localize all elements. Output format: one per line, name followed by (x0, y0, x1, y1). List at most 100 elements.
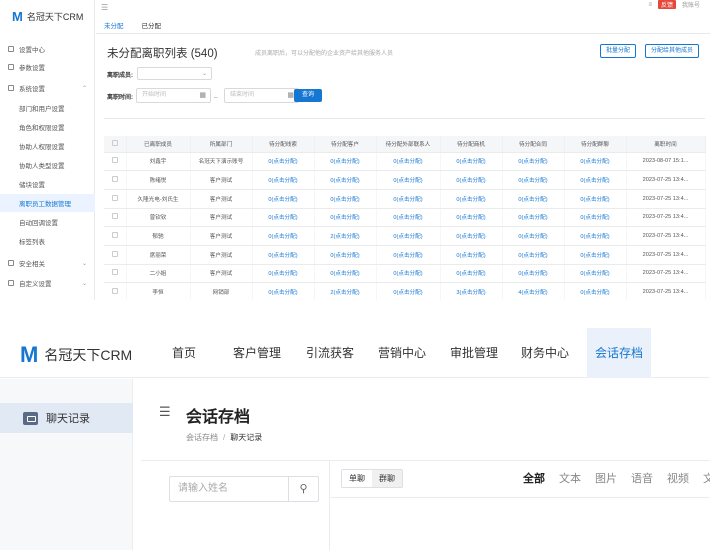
assign-link[interactable]: 0(点击分配) (252, 282, 315, 300)
assign-link[interactable]: 0(点击分配) (502, 170, 565, 190)
sidebar-item[interactable]: 系统设置 ⌃ (0, 79, 95, 97)
assign-link[interactable]: 0(点击分配) (564, 170, 627, 190)
nav-chat-archive[interactable]: 会话存档 (587, 328, 652, 378)
assign-link[interactable]: 0(点击分配) (252, 226, 315, 246)
assign-link[interactable]: 0(点击分配) (376, 264, 441, 284)
menu-toggle-icon[interactable]: ☰ (101, 3, 108, 12)
assign-link[interactable]: 0(点击分配) (376, 189, 441, 209)
assign-link[interactable]: 0(点击分配) (502, 264, 565, 284)
assign-link[interactable]: 0(点击分配) (502, 189, 565, 209)
assign-link[interactable]: 0(点击分配) (440, 245, 503, 265)
member-select[interactable]: ⌄ (137, 67, 212, 80)
assign-link[interactable]: 0(点击分配) (314, 245, 377, 265)
sidebar-item[interactable]: 安全相关 ⌄ (0, 254, 95, 272)
segment-group-chat[interactable]: 群聊 (372, 470, 402, 487)
column-header[interactable]: 待分配合同 (502, 136, 565, 153)
column-header[interactable]: 已离职成员 (126, 136, 191, 153)
assign-link[interactable]: 0(点击分配) (314, 208, 377, 228)
column-header[interactable]: 待分配外部联系人 (376, 136, 441, 153)
assign-link[interactable]: 0(点击分配) (376, 208, 441, 228)
feedback-badge[interactable]: 反馈 (657, 0, 676, 9)
column-header[interactable]: 待分配客户 (314, 136, 377, 153)
tab-assigned[interactable]: 已分配 (142, 20, 162, 34)
assign-link[interactable]: 0(点击分配) (376, 170, 441, 190)
assign-link[interactable]: 4(点击分配) (502, 282, 565, 300)
row-checkbox[interactable] (111, 194, 118, 201)
tab-unassigned[interactable]: 未分配 (104, 20, 124, 34)
name-search-input[interactable]: 请输入姓名 ⚲ (169, 476, 319, 502)
assign-link[interactable]: 0(点击分配) (440, 264, 503, 284)
sidebar-item[interactable]: 协助人类型设置 (0, 156, 95, 174)
filter-text[interactable]: 文本 (559, 470, 581, 486)
assign-link[interactable]: 0(点击分配) (564, 189, 627, 209)
notification-icon[interactable]: ≡ (648, 2, 652, 8)
filter-image[interactable]: 图片 (595, 470, 617, 486)
filter-file[interactable]: 文 (703, 470, 710, 486)
nav-lead-gen[interactable]: 引流获客 (306, 328, 354, 378)
sidebar-item[interactable]: 标签列表 (0, 232, 95, 250)
nav-marketing[interactable]: 营销中心 (378, 328, 426, 378)
assign-link[interactable]: 0(点击分配) (252, 245, 315, 265)
user-name[interactable]: 我账号 (682, 0, 700, 9)
assign-link[interactable]: 0(点击分配) (502, 245, 565, 265)
sidebar-item-chat-records[interactable]: 聊天记录 (0, 403, 133, 433)
row-checkbox[interactable] (111, 232, 118, 239)
column-header[interactable]: 待分配线索 (252, 136, 315, 153)
sidebar-item[interactable]: 参数设置 (0, 58, 95, 76)
sidebar-item[interactable]: 储块设置 (0, 175, 95, 193)
row-checkbox[interactable] (111, 250, 118, 257)
assign-link[interactable]: 0(点击分配) (314, 170, 377, 190)
assign-link[interactable]: 0(点击分配) (314, 189, 377, 209)
assign-link[interactable]: 0(点击分配) (502, 152, 565, 172)
assign-link[interactable]: 0(点击分配) (440, 208, 503, 228)
batch-assign-button[interactable]: 批量分配 (600, 44, 637, 58)
column-header[interactable]: 待分配商机 (440, 136, 503, 153)
column-header[interactable]: 所属部门 (190, 136, 253, 153)
row-checkbox[interactable] (111, 157, 118, 164)
assign-link[interactable]: 0(点击分配) (252, 189, 315, 209)
sidebar-item[interactable]: 自定义设置 ⌄ (0, 274, 95, 292)
assign-link[interactable]: 0(点击分配) (440, 189, 503, 209)
column-header[interactable]: 离职时间 (626, 136, 706, 153)
assign-link[interactable]: 0(点击分配) (252, 264, 315, 284)
assign-link[interactable]: 0(点击分配) (252, 208, 315, 228)
assign-link[interactable]: 0(点击分配) (376, 245, 441, 265)
assign-link[interactable]: 0(点击分配) (564, 152, 627, 172)
assign-link[interactable]: 0(点击分配) (502, 208, 565, 228)
filter-all[interactable]: 全部 (523, 470, 545, 486)
end-date-input[interactable]: 结束时间 ▦ (224, 88, 299, 103)
menu-collapse-icon[interactable]: ☰ (159, 404, 171, 420)
sidebar-item[interactable]: 设置中心 (0, 40, 95, 58)
assign-link[interactable]: 0(点击分配) (564, 208, 627, 228)
assign-link[interactable]: 3(点击分配) (440, 282, 503, 300)
assign-link[interactable]: 0(点击分配) (564, 264, 627, 284)
sidebar-item[interactable]: 离职员工数据管理 (0, 194, 95, 212)
assign-link[interactable]: 0(点击分配) (564, 282, 627, 300)
assign-link[interactable]: 0(点击分配) (502, 226, 565, 246)
assign-link[interactable]: 0(点击分配) (314, 264, 377, 284)
breadcrumb-item[interactable]: 会话存档 (186, 433, 218, 442)
assign-link[interactable]: 2(点击分配) (314, 282, 377, 300)
assign-link[interactable]: 0(点击分配) (440, 226, 503, 246)
sidebar-item[interactable]: 协助人权限设置 (0, 137, 95, 155)
select-all-checkbox[interactable] (111, 139, 118, 146)
brand-logo[interactable]: M 名冠天下CRM (20, 344, 132, 366)
assign-link[interactable]: 0(点击分配) (376, 226, 441, 246)
row-checkbox[interactable] (111, 213, 118, 220)
query-button[interactable]: 查询 (294, 89, 322, 102)
assign-link[interactable]: 0(点击分配) (252, 170, 315, 190)
assign-link[interactable]: 0(点击分配) (314, 152, 377, 172)
sidebar-item[interactable]: 角色和权限设置 (0, 118, 95, 136)
filter-video[interactable]: 视频 (667, 470, 689, 486)
nav-customers[interactable]: 客户管理 (233, 328, 281, 378)
assign-link[interactable]: 0(点击分配) (440, 152, 503, 172)
segment-single-chat[interactable]: 单聊 (342, 470, 372, 487)
assign-link[interactable]: 0(点击分配) (252, 152, 315, 172)
assign-link[interactable]: 2(点击分配) (314, 226, 377, 246)
nav-home[interactable]: 首页 (172, 328, 196, 378)
assign-link[interactable]: 0(点击分配) (376, 152, 441, 172)
column-header[interactable]: 待分配群聊 (564, 136, 627, 153)
brand-logo[interactable]: M 名冠天下CRM (12, 9, 83, 24)
filter-voice[interactable]: 语音 (631, 470, 653, 486)
nav-finance[interactable]: 财务中心 (521, 328, 569, 378)
